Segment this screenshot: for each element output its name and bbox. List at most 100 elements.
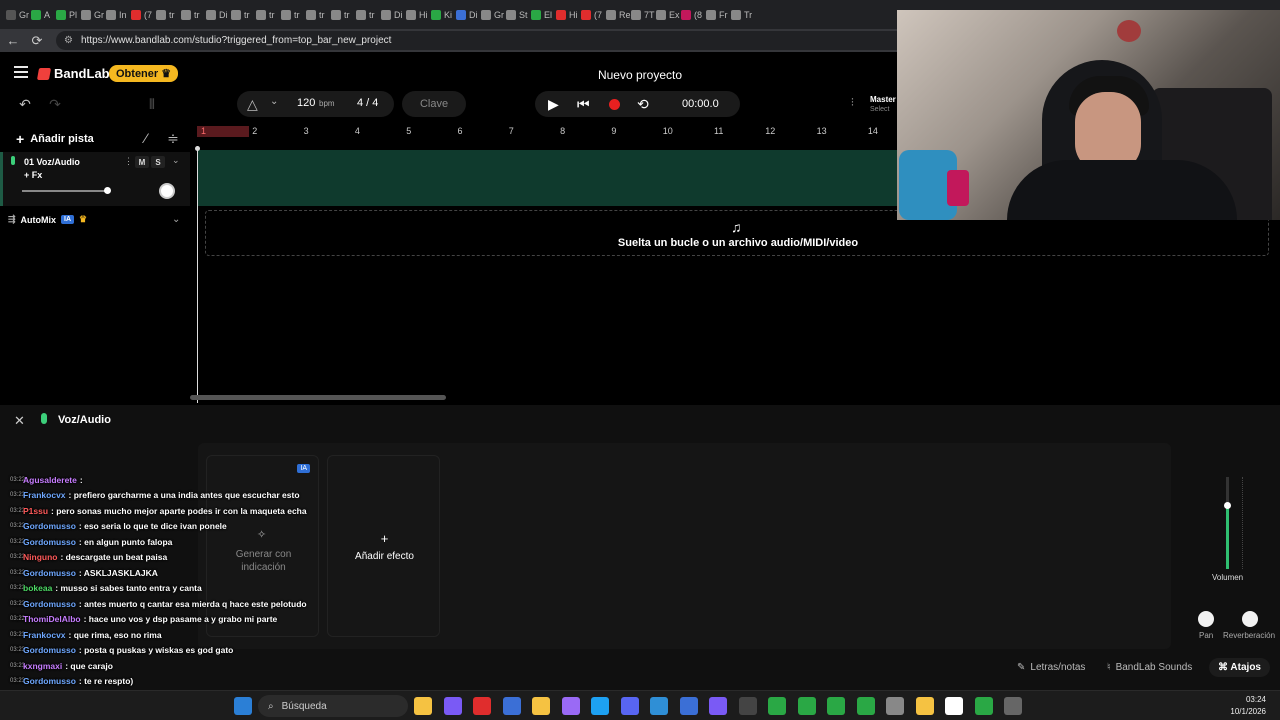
browser-tab[interactable]: Di (456, 4, 481, 26)
horizontal-scrollbar[interactable] (190, 395, 446, 400)
browser-tab[interactable]: tr (306, 4, 331, 26)
playhead-handle[interactable] (195, 146, 200, 151)
key-button[interactable]: Clave (402, 91, 466, 117)
taskbar-app-vscode-icon[interactable] (650, 697, 668, 715)
chevron-down-icon[interactable]: ⌄ (270, 96, 278, 107)
taskbar-app-chrome2-icon[interactable] (827, 697, 845, 715)
undo-icon[interactable]: ↶ (16, 95, 34, 113)
browser-tab[interactable]: In (106, 4, 131, 26)
solo-button[interactable]: S (151, 156, 165, 168)
browser-tab[interactable]: El (531, 4, 556, 26)
browser-tab[interactable]: A (31, 4, 56, 26)
browser-tab[interactable]: Di (381, 4, 406, 26)
taskbar-app-obs-icon[interactable] (1004, 697, 1022, 715)
taskbar-app-files-icon[interactable] (414, 697, 432, 715)
mute-button[interactable]: M (135, 156, 149, 168)
upgrade-button[interactable]: Obtener ♛ (109, 65, 179, 82)
browser-tab[interactable]: Fr (706, 4, 731, 26)
browser-tab[interactable]: Ex (656, 4, 681, 26)
play-icon[interactable]: ▶ (548, 96, 559, 113)
master-control[interactable]: ⫶ Master Select (845, 91, 900, 117)
add-track-button[interactable]: + Añadir pista (16, 131, 94, 147)
project-title[interactable]: Nuevo proyecto (540, 68, 740, 82)
taskbar-clock[interactable]: 03:24 10/1/2026 (1230, 694, 1266, 718)
chevron-down-icon[interactable]: ⌄ (172, 155, 180, 166)
browser-tab[interactable]: tr (356, 4, 381, 26)
filter-icon[interactable]: ≑ (166, 130, 180, 146)
browser-tab[interactable]: Gr (481, 4, 506, 26)
browser-tab[interactable]: Gr (81, 4, 106, 26)
close-icon[interactable]: ✕ (14, 413, 25, 429)
taskbar-app-opera-icon[interactable] (473, 697, 491, 715)
record-icon[interactable] (609, 99, 620, 110)
taskbar-app-notes-icon[interactable] (915, 697, 934, 715)
add-fx-button[interactable]: + Fx (24, 170, 42, 180)
bandlab-logo[interactable]: BandLab (36, 66, 110, 81)
taskbar-app-edge-icon[interactable] (591, 697, 609, 715)
browser-tab[interactable]: tr (256, 4, 281, 26)
timeline-ruler[interactable]: 1 2 3 4 5 6 7 8 9 10 11 12 13 14 (197, 124, 897, 138)
reload-icon[interactable]: ⟳ (26, 31, 48, 51)
reverb-knob[interactable] (1242, 611, 1258, 627)
browser-tab[interactable]: Gr (6, 4, 31, 26)
taskbar-app-explorer-icon[interactable] (532, 697, 550, 715)
metronome-icon[interactable]: △ (247, 96, 258, 113)
taskbar-app-app-icon[interactable] (709, 697, 727, 715)
time-signature[interactable]: 4 / 4 (357, 97, 378, 109)
taskbar-app-maps-icon[interactable] (797, 697, 816, 715)
taskbar-app-chrome-icon[interactable] (768, 697, 786, 715)
taskbar-app-ccleaner-icon[interactable] (679, 697, 698, 715)
add-effect-card[interactable]: + Añadir efecto (327, 455, 440, 637)
lyrics-link[interactable]: ✎ Letras/notas (1017, 656, 1085, 678)
track-name[interactable]: 01 Voz/Audio (24, 157, 80, 167)
pan-knob[interactable] (1198, 611, 1214, 627)
track-volume-slider[interactable] (22, 190, 107, 192)
browser-tab[interactable]: tr (181, 4, 206, 26)
automix-row[interactable]: ⇶ AutoMix IA ♛ (8, 214, 87, 225)
volume-slider-handle[interactable] (1224, 501, 1231, 509)
shortcuts-button[interactable]: ⌘ Atajos (1209, 656, 1270, 678)
browser-tab[interactable]: (7 (131, 4, 156, 26)
taskbar-app-whatsapp-icon[interactable] (974, 697, 993, 715)
chevron-down-icon[interactable]: ⌄ (172, 214, 180, 225)
browser-tab[interactable]: Hi (556, 4, 581, 26)
taskbar-app-copilot-icon[interactable] (443, 697, 462, 715)
track-pan-knob[interactable] (159, 183, 175, 199)
more-icon[interactable]: ⋮ (124, 156, 133, 167)
taskbar-app-settings-icon[interactable] (886, 697, 904, 715)
playhead[interactable] (197, 146, 198, 403)
browser-tab[interactable]: (8 (681, 4, 706, 26)
bpm-value[interactable]: 120 (297, 97, 315, 109)
taskbar-app-chrome3-icon[interactable] (856, 697, 875, 715)
site-info-icon[interactable]: ⚙ (64, 35, 73, 46)
taskbar-app-capcut-icon[interactable] (945, 697, 963, 715)
track-lane[interactable] (197, 150, 897, 206)
browser-tab[interactable]: Pl (56, 4, 81, 26)
redo-icon[interactable]: ↷ (46, 95, 64, 113)
loop-icon[interactable]: ⟲ (637, 96, 649, 113)
track-header[interactable]: 01 Voz/Audio + Fx M S ⋮ ⌄ (0, 152, 190, 206)
back-icon[interactable]: ← (2, 31, 24, 51)
skip-back-icon[interactable]: ⏮ (577, 96, 590, 113)
sounds-link[interactable]: ♮ BandLab Sounds (1107, 656, 1192, 678)
browser-tab[interactable]: Ki (431, 4, 456, 26)
browser-tab[interactable]: tr (156, 4, 181, 26)
taskbar-app-terminal-icon[interactable] (738, 697, 757, 715)
browser-tab[interactable]: St (506, 4, 531, 26)
windows-start-icon[interactable] (234, 697, 252, 715)
browser-tab[interactable]: tr (231, 4, 256, 26)
taskbar-app-pen-icon[interactable] (561, 697, 580, 715)
browser-tab[interactable]: Re (606, 4, 631, 26)
browser-tab[interactable]: 7T (631, 4, 656, 26)
mixer-icon[interactable]: ⫴ (143, 95, 161, 113)
taskbar-search[interactable]: ⌕ Búsqueda (258, 695, 408, 717)
menu-icon[interactable] (14, 66, 28, 78)
browser-tab[interactable]: Di (206, 4, 231, 26)
track-volume-handle[interactable] (104, 187, 111, 194)
browser-tab[interactable]: tr (331, 4, 356, 26)
taskbar-app-discord-icon[interactable] (620, 697, 639, 715)
taskbar-app-store-icon[interactable] (502, 697, 521, 715)
browser-tab[interactable]: Tr (731, 4, 756, 26)
browser-tab[interactable]: (7 (581, 4, 606, 26)
browser-tab[interactable]: Hi (406, 4, 431, 26)
